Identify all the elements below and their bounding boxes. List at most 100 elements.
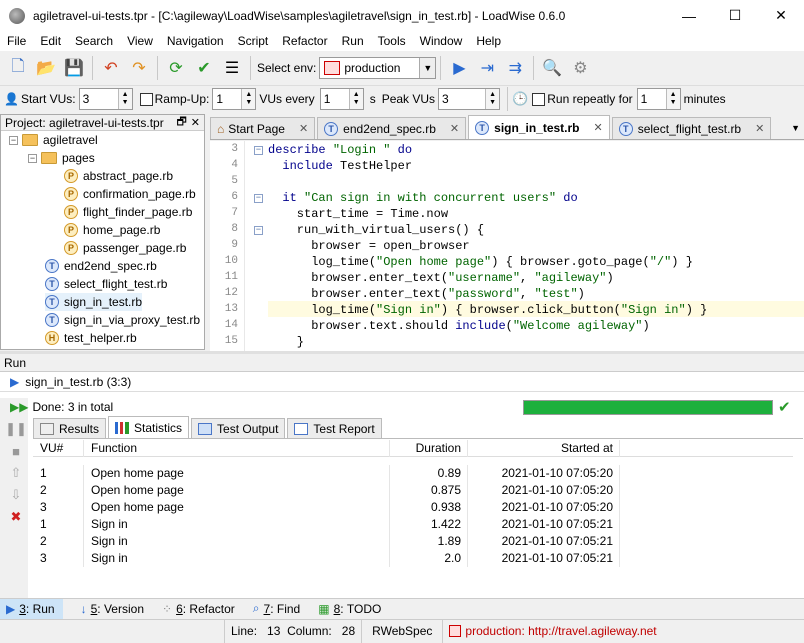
tool-tab-todo[interactable]: ▦ 8: TODO xyxy=(318,602,381,616)
tree-root[interactable]: − agiletravel xyxy=(9,131,98,149)
tree-file[interactable]: Tselect_flight_test.rb xyxy=(45,275,167,293)
fold-toggle-icon[interactable]: − xyxy=(254,194,263,203)
code-line[interactable]: log_time("Open home page") { browser.got… xyxy=(268,254,693,270)
restore-panel-icon[interactable]: 🗗 xyxy=(176,113,186,132)
maximize-button[interactable]: ☐ xyxy=(712,0,758,31)
close-tab-icon[interactable]: ✕ xyxy=(755,122,764,135)
clear-icon[interactable]: ✖ xyxy=(9,509,23,524)
tree-folder-pages[interactable]: − pages xyxy=(28,149,95,167)
column-header-duration[interactable]: Duration xyxy=(390,440,468,457)
env-indicator[interactable]: production: http://travel.agileway.net xyxy=(442,619,662,643)
pause-icon[interactable]: ❚❚ xyxy=(5,421,27,436)
code-line[interactable]: start_time = Time.now xyxy=(268,206,448,222)
tree-file[interactable]: Pconfirmation_page.rb xyxy=(64,185,196,203)
settings-gear-icon[interactable]: ⚙ xyxy=(568,56,592,80)
tree-file[interactable]: Tend2end_spec.rb xyxy=(45,257,157,275)
new-project-icon[interactable]: 🗋 xyxy=(6,56,30,80)
code-line[interactable]: browser.enter_text("username", "agileway… xyxy=(268,270,613,286)
run-icon[interactable]: ▶ xyxy=(447,56,471,80)
run-test-tab[interactable]: ▶ sign_in_test.rb (3:3) xyxy=(0,372,804,392)
table-row[interactable]: 1 Sign in 1.422 2021-01-10 07:05:21 xyxy=(33,516,793,533)
tab-results[interactable]: Results xyxy=(33,418,107,438)
tab-list-chevron-icon[interactable]: ▼ xyxy=(791,123,800,133)
menu-file[interactable]: File xyxy=(0,31,33,51)
move-up-icon[interactable]: ⇧ xyxy=(9,465,23,480)
start-vus-stepper[interactable]: 3 ▲ ▼ xyxy=(78,88,133,110)
stepper-arrows-icon[interactable]: ▲ ▼ xyxy=(485,89,500,109)
run-selected-icon[interactable]: ⇥ xyxy=(475,56,499,80)
column-header-vu[interactable]: VU# xyxy=(33,440,84,457)
fold-toggle-icon[interactable]: − xyxy=(254,146,263,155)
tree-file[interactable]: Phome_page.rb xyxy=(64,221,160,239)
menu-window[interactable]: Window xyxy=(413,31,470,51)
move-down-icon[interactable]: ⇩ xyxy=(9,487,23,502)
tab-test-report[interactable]: Test Report xyxy=(287,418,382,438)
table-row[interactable]: 3 Open home page 0.938 2021-01-10 07:05:… xyxy=(33,499,793,516)
peak-vus-stepper[interactable]: 3 ▲ ▼ xyxy=(438,88,501,110)
menu-search[interactable]: Search xyxy=(68,31,120,51)
tool-tab-version[interactable]: ↓ 5: Version xyxy=(81,602,144,616)
code-line[interactable]: browser.text.should include("Welcome agi… xyxy=(268,318,649,334)
repeat-value[interactable]: 1 xyxy=(638,89,666,109)
table-row[interactable]: 1 Open home page 0.89 2021-01-10 07:05:2… xyxy=(33,465,793,482)
rerun-icon[interactable]: ▶▶ xyxy=(10,400,28,414)
close-button[interactable]: ✕ xyxy=(758,0,804,31)
peak-vus-value[interactable]: 3 xyxy=(439,89,485,109)
rampup-stepper[interactable]: 1 ▲ ▼ xyxy=(212,88,257,110)
vus-every-value[interactable]: 1 xyxy=(321,89,349,109)
tree-file[interactable]: Ppassenger_page.rb xyxy=(64,239,186,257)
refresh-icon[interactable]: ⟳ xyxy=(164,56,188,80)
table-row[interactable]: 2 Sign in 1.89 2021-01-10 07:05:21 xyxy=(33,533,793,550)
menu-help[interactable]: Help xyxy=(469,31,508,51)
rampup-checkbox[interactable] xyxy=(139,92,153,106)
format-icon[interactable]: ☰ xyxy=(220,56,244,80)
menu-view[interactable]: View xyxy=(120,31,160,51)
stepper-arrows-icon[interactable]: ▲ ▼ xyxy=(665,89,680,109)
start-vus-value[interactable]: 3 xyxy=(80,89,118,109)
tool-tab-refactor[interactable]: ⁘ 6: Refactor xyxy=(162,602,235,616)
close-tab-icon[interactable]: ✕ xyxy=(450,122,459,135)
code-line[interactable]: it "Can sign in with concurrent users" d… xyxy=(268,190,577,206)
minimize-button[interactable]: — xyxy=(666,0,712,31)
code-line[interactable]: log_time("Sign in") { browser.click_butt… xyxy=(268,302,707,318)
menu-script[interactable]: Script xyxy=(231,31,276,51)
table-row[interactable]: 3 Sign in 2.0 2021-01-10 07:05:21 xyxy=(33,550,793,567)
inspect-icon[interactable]: 🔍 xyxy=(540,56,564,80)
repeat-checkbox[interactable] xyxy=(532,92,546,106)
tool-tab-find[interactable]: ⌕ 7: Find xyxy=(253,601,300,616)
stepper-arrows-icon[interactable]: ▲ ▼ xyxy=(117,89,132,109)
tab-test-output[interactable]: Test Output xyxy=(191,418,286,438)
close-tab-icon[interactable]: ✕ xyxy=(299,122,308,135)
tab-start-page[interactable]: ⌂ Start Page ✕ xyxy=(210,117,316,139)
tab-select-flight-test[interactable]: Tselect_flight_test.rb ✕ xyxy=(611,117,772,139)
tab-sign-in-test[interactable]: Tsign_in_test.rb ✕ xyxy=(468,115,610,139)
menu-tools[interactable]: Tools xyxy=(371,31,413,51)
code-line[interactable]: browser = open_browser xyxy=(268,238,469,254)
menu-run[interactable]: Run xyxy=(335,31,371,51)
code-line[interactable]: run_with_virtual_users() { xyxy=(268,222,484,238)
code-line[interactable]: describe "Login " do xyxy=(268,142,412,158)
collapse-icon[interactable]: − xyxy=(28,153,37,163)
code-line[interactable]: include TestHelper xyxy=(268,158,412,174)
stepper-arrows-icon[interactable]: ▲ ▼ xyxy=(241,89,256,109)
undo-icon[interactable]: ↶ xyxy=(99,56,123,80)
tab-statistics[interactable]: Statistics xyxy=(108,416,190,438)
env-select[interactable]: production ▼ xyxy=(319,57,437,79)
collapse-icon[interactable]: − xyxy=(9,135,18,145)
rampup-value[interactable]: 1 xyxy=(213,89,241,109)
tree-file-selected[interactable]: Tsign_in_test.rb xyxy=(45,293,143,311)
tab-end2end-spec[interactable]: Tend2end_spec.rb ✕ xyxy=(317,117,467,139)
code-line[interactable]: } xyxy=(268,334,304,350)
tool-tab-run[interactable]: ▶ 3: Run xyxy=(0,598,63,619)
menu-refactor[interactable]: Refactor xyxy=(275,31,334,51)
code-line[interactable]: browser.enter_text("password", "test") xyxy=(268,286,585,302)
stop-icon[interactable]: ■ xyxy=(9,444,23,459)
vus-every-stepper[interactable]: 1 ▲ ▼ xyxy=(319,88,364,110)
check-syntax-icon[interactable]: ✔ xyxy=(192,56,216,80)
repeat-stepper[interactable]: 1 ▲ ▼ xyxy=(636,88,681,110)
tree-file[interactable]: Htest_helper.rb xyxy=(45,329,137,347)
menu-navigation[interactable]: Navigation xyxy=(160,31,231,51)
table-row[interactable]: 2 Open home page 0.875 2021-01-10 07:05:… xyxy=(33,482,793,499)
run-all-icon[interactable]: ⇉ xyxy=(503,56,527,80)
close-tab-icon[interactable]: ✕ xyxy=(594,121,603,134)
